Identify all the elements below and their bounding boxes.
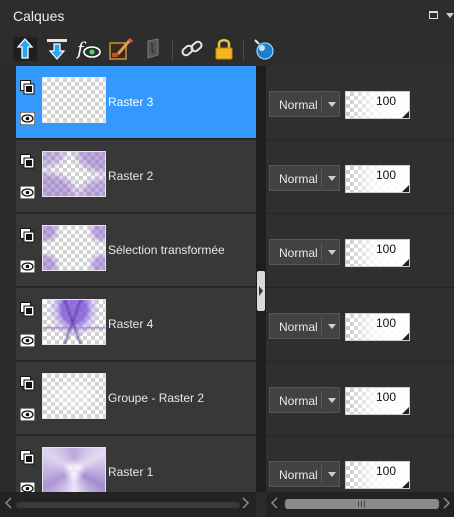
properties-horizontal-scrollbar[interactable] [266,492,454,517]
opacity-value: 100 [375,168,396,182]
resize-grip-icon [402,333,409,340]
opacity-field[interactable]: 100 [345,165,410,193]
layer-properties-row: Normal 100 [266,362,454,436]
resize-grip-icon [402,259,409,266]
blend-mode-value: Normal [279,320,318,334]
layer-type-icon[interactable] [20,376,35,391]
layer-row[interactable]: Groupe - Raster 2 [16,362,256,435]
blend-mode-select[interactable]: Normal [269,239,340,265]
move-layer-down-icon[interactable] [44,36,70,62]
opacity-value: 100 [375,464,396,478]
layer-properties-row: Normal 100 [266,140,454,214]
toolbar-separator [172,40,173,60]
layer-row[interactable]: Raster 4 [16,288,256,361]
chevron-down-icon [328,324,336,329]
layer-type-icon[interactable] [20,80,35,95]
blend-mode-select[interactable]: Normal [269,165,340,191]
layer-name: Groupe - Raster 2 [108,391,205,405]
blend-mode-select[interactable]: Normal [269,461,340,487]
scroll-right-icon[interactable] [443,497,451,509]
layer-thumbnail [42,225,106,271]
blend-mode-select[interactable]: Normal [269,387,340,413]
opacity-value: 100 [375,94,396,108]
opacity-field[interactable]: 100 [345,313,410,341]
layer-properties-row: Normal 100 [266,214,454,288]
blend-mode-select[interactable]: Normal [269,313,340,339]
layer-row[interactable]: Sélection transformée [16,214,256,287]
layer-type-icon[interactable] [20,154,35,169]
chevron-down-icon [328,250,336,255]
layer-thumbnail [42,373,106,419]
layer-name: Raster 3 [108,95,154,109]
visibility-eye-icon[interactable] [20,186,35,199]
opacity-field[interactable]: 100 [345,239,410,267]
layer-style-icon[interactable] [251,36,277,62]
layer-thumbnail [42,77,106,123]
layer-name: Sélection transformée [108,243,225,257]
move-layer-up-icon[interactable] [12,36,38,62]
scroll-thumb[interactable] [285,499,439,509]
opacity-field[interactable]: 100 [345,461,410,489]
layer-type-icon[interactable] [20,228,35,243]
visibility-eye-icon[interactable] [20,334,35,347]
opacity-value: 100 [375,242,396,256]
toolbar-separator [243,40,244,60]
layer-name: Raster 1 [108,465,154,479]
blend-mode-value: Normal [279,246,318,260]
blend-mode-select[interactable]: Normal [269,91,340,117]
layers-toolbar: f [0,32,454,66]
opacity-value: 100 [375,390,396,404]
layer-type-icon[interactable] [20,302,35,317]
visibility-eye-icon[interactable] [20,112,35,125]
chevron-down-icon [328,472,336,477]
lock-transparency-icon[interactable] [140,36,166,62]
blend-mode-value: Normal [279,172,318,186]
resize-grip-icon [402,407,409,414]
scroll-left-icon[interactable] [4,497,12,509]
layer-thumbnail [42,299,106,345]
visibility-eye-icon[interactable] [20,482,35,492]
layer-row[interactable]: Raster 3 [16,66,256,139]
layer-row[interactable]: Raster 1 [16,436,256,492]
scroll-left-icon[interactable] [270,497,278,509]
splitter-handle[interactable] [257,271,265,311]
brush-mask-icon[interactable] [108,36,134,62]
scroll-track[interactable] [16,502,240,508]
resize-grip-icon [402,111,409,118]
layer-properties-row: Normal 100 [266,288,454,362]
panel-titlebar: Calques [0,0,454,32]
layer-type-icon[interactable] [20,450,35,465]
resize-grip-icon [402,481,409,488]
link-layers-icon[interactable] [179,36,205,62]
visibility-eye-icon[interactable] [20,408,35,421]
layer-thumbnail [42,151,106,197]
blend-mode-value: Normal [279,394,318,408]
layer-properties-pane: Normal 100 Normal 100 Normal 100 Normal … [266,66,454,510]
lock-layer-icon[interactable] [211,36,237,62]
layers-list[interactable]: Raster 3 Raster 2 Sélection transformée … [0,66,256,492]
resize-grip-icon [402,185,409,192]
maximize-icon[interactable] [429,11,438,19]
layer-thumbnail [42,447,106,492]
panel-title: Calques [13,8,65,24]
layer-row[interactable]: Raster 2 [16,140,256,213]
chevron-down-icon[interactable] [446,13,454,18]
scroll-right-icon[interactable] [242,497,250,509]
opacity-field[interactable]: 100 [345,91,410,119]
visibility-eye-icon[interactable] [20,260,35,273]
layers-horizontal-scrollbar[interactable] [0,492,256,517]
chevron-down-icon [328,398,336,403]
layer-properties-row: Normal 100 [266,66,454,140]
layer-name: Raster 4 [108,317,154,331]
chevron-down-icon [328,102,336,107]
opacity-value: 100 [375,316,396,330]
blend-mode-value: Normal [279,98,318,112]
layer-name: Raster 2 [108,169,154,183]
blend-mode-value: Normal [279,468,318,482]
layer-effects-visibility-icon[interactable]: f [76,36,102,62]
opacity-field[interactable]: 100 [345,387,410,415]
chevron-down-icon [328,176,336,181]
